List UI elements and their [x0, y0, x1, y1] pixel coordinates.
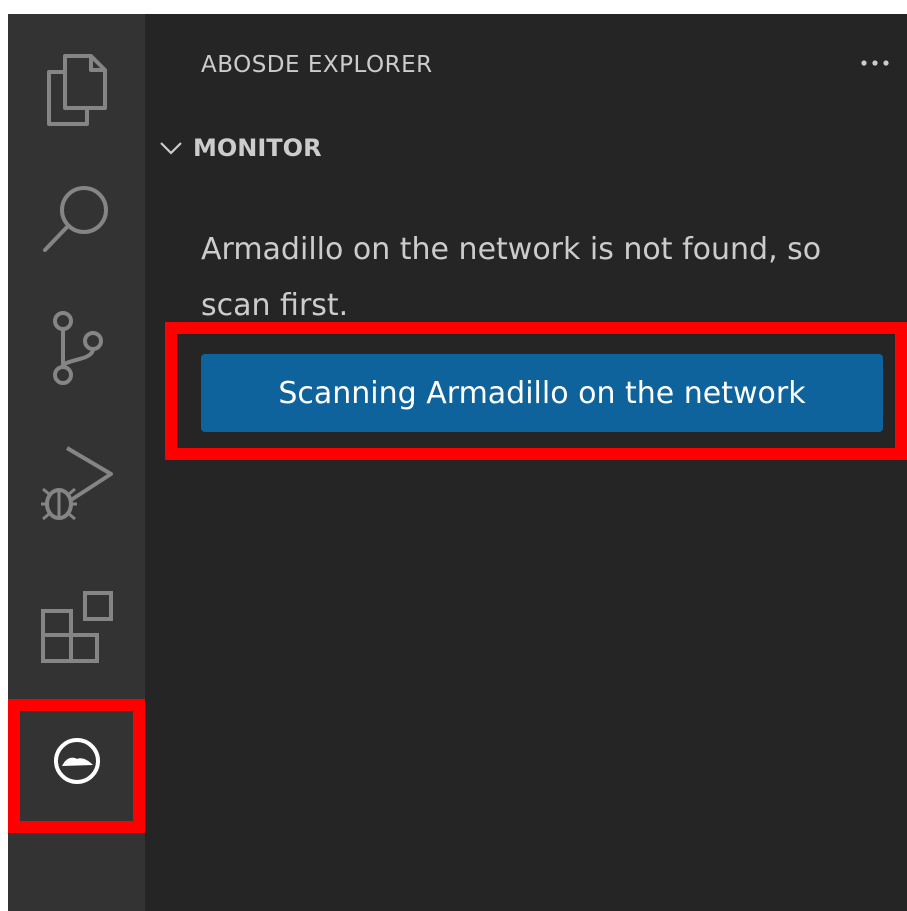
- activity-explorer[interactable]: [8, 24, 145, 154]
- abosde-icon: [53, 738, 100, 784]
- activity-run-debug[interactable]: [8, 419, 145, 549]
- run-debug-icon: [40, 446, 113, 521]
- search-icon: [42, 186, 108, 252]
- activity-source-control[interactable]: [8, 284, 145, 414]
- source-control-icon: [52, 311, 103, 385]
- section-header-monitor[interactable]: MONITOR: [159, 128, 879, 168]
- sidebar-title: ABOSDE EXPLORER: [201, 52, 433, 78]
- activity-bar: [8, 14, 145, 911]
- activity-abosde[interactable]: [8, 702, 145, 820]
- files-icon: [46, 54, 107, 126]
- ellipsis-icon: [861, 60, 889, 66]
- chevron-down-icon: [160, 142, 182, 155]
- extensions-icon: [40, 591, 113, 663]
- scan-armadillo-button[interactable]: Scanning Armadillo on the network: [201, 354, 883, 432]
- activity-search[interactable]: [8, 154, 145, 284]
- activity-extensions[interactable]: [8, 562, 145, 692]
- more-actions-button[interactable]: [857, 48, 893, 78]
- vscode-window: ABOSDE EXPLORER MONITOR Armadillo on the…: [8, 14, 907, 911]
- monitor-message: Armadillo on the network is not found, s…: [201, 232, 822, 323]
- side-bar: ABOSDE EXPLORER MONITOR Armadillo on the…: [145, 14, 907, 911]
- section-title: MONITOR: [193, 134, 322, 162]
